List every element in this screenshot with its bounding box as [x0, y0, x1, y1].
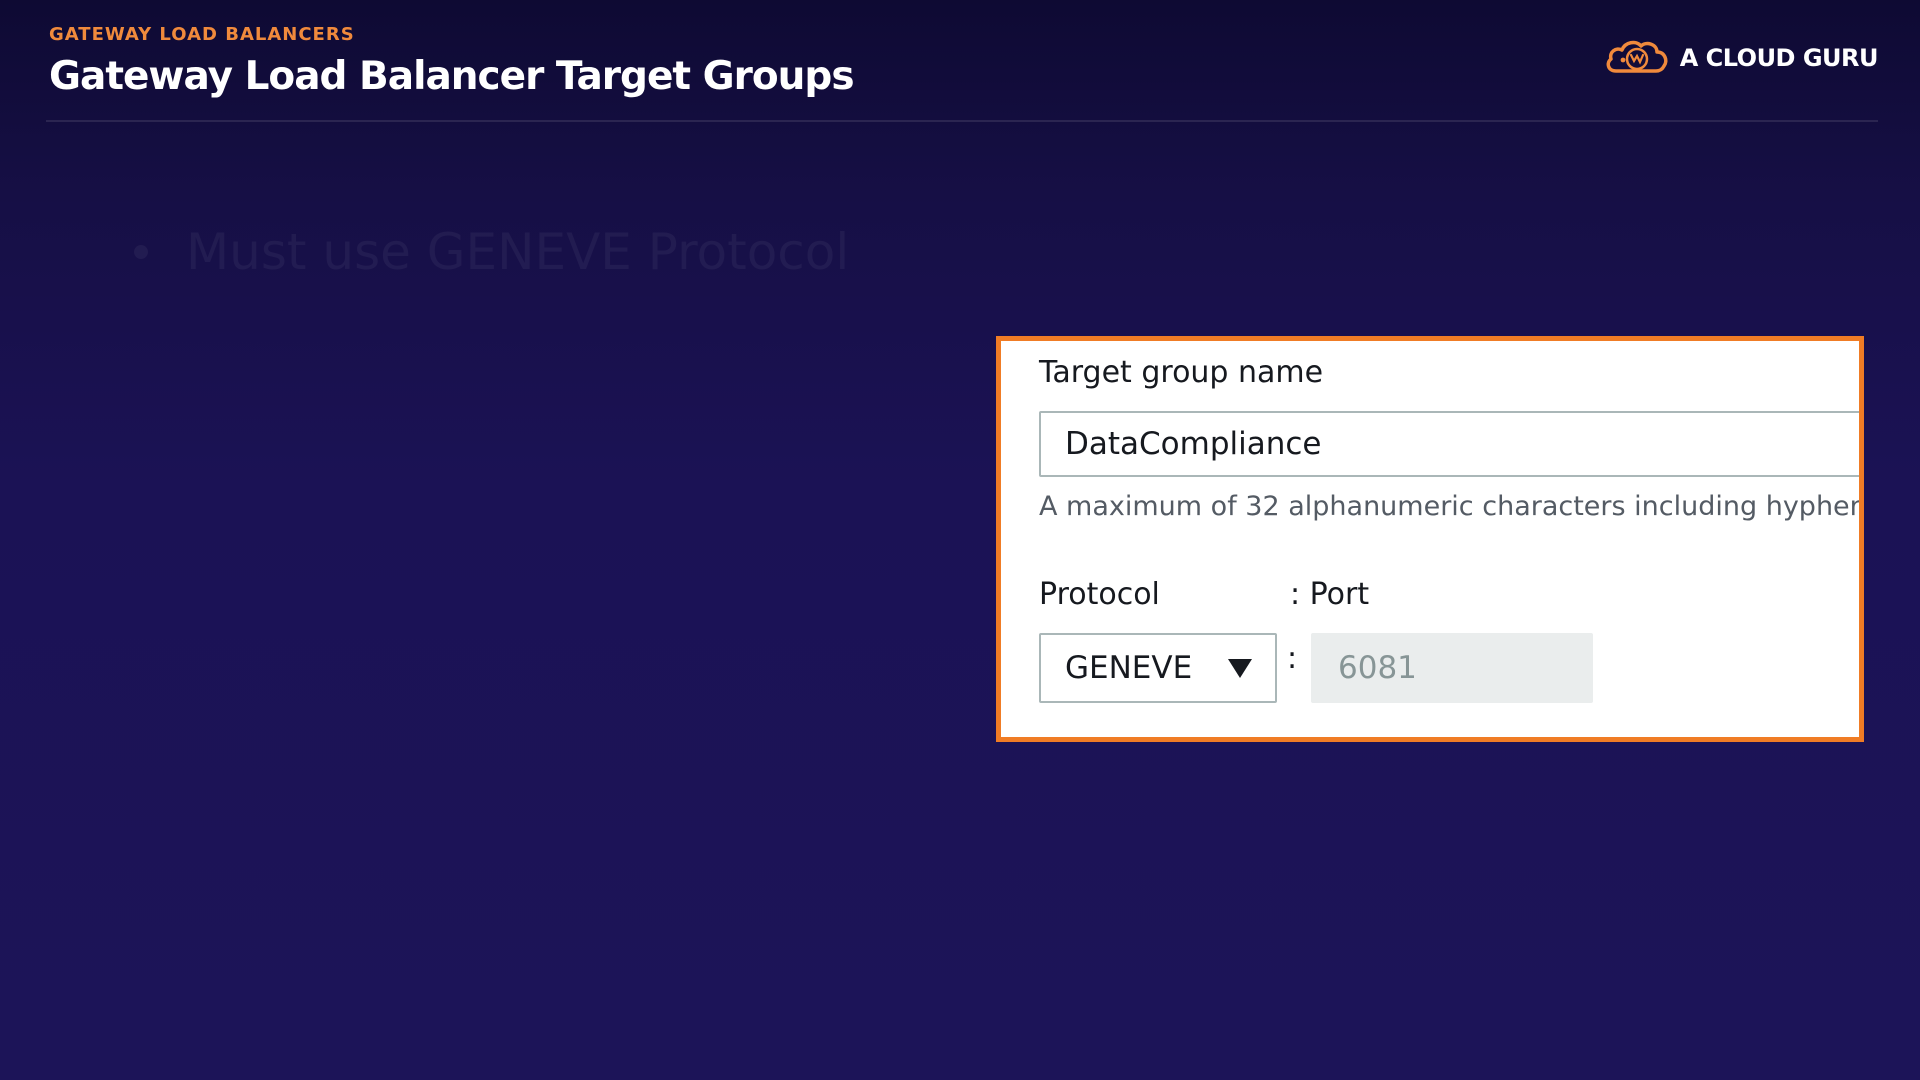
port-label: : Port — [1290, 577, 1370, 612]
slide-header: GATEWAY LOAD BALANCERS Gateway Load Bala… — [49, 24, 855, 103]
port-input[interactable] — [1311, 633, 1593, 703]
caret-down-icon — [1228, 659, 1252, 678]
target-group-form-screenshot: Target group name A maximum of 32 alphan… — [996, 336, 1864, 742]
page-title: Gateway Load Balancer Target Groups — [49, 54, 855, 99]
brand: A CLOUD GURU — [1604, 37, 1879, 79]
bullet-list: Must use GENEVE Protocol — [134, 222, 849, 282]
target-group-name-label: Target group name — [1039, 355, 1324, 390]
header-divider — [46, 120, 1878, 122]
protocol-selected-value: GENEVE — [1065, 650, 1193, 686]
bullet-item: Must use GENEVE Protocol — [134, 222, 849, 282]
section-eyebrow: GATEWAY LOAD BALANCERS — [49, 24, 355, 45]
protocol-port-separator: : — [1287, 641, 1298, 676]
cloud-logo-icon — [1606, 40, 1668, 73]
bullet-text: Must use GENEVE Protocol — [186, 223, 850, 281]
bullet-dot — [134, 245, 148, 259]
name-help-text: A maximum of 32 alphanumeric characters … — [1039, 491, 1864, 522]
brand-name: A CLOUD GURU — [1679, 44, 1879, 72]
protocol-select[interactable]: GENEVE — [1039, 633, 1277, 703]
protocol-label: Protocol — [1039, 577, 1160, 612]
target-group-name-input[interactable] — [1039, 411, 1859, 477]
